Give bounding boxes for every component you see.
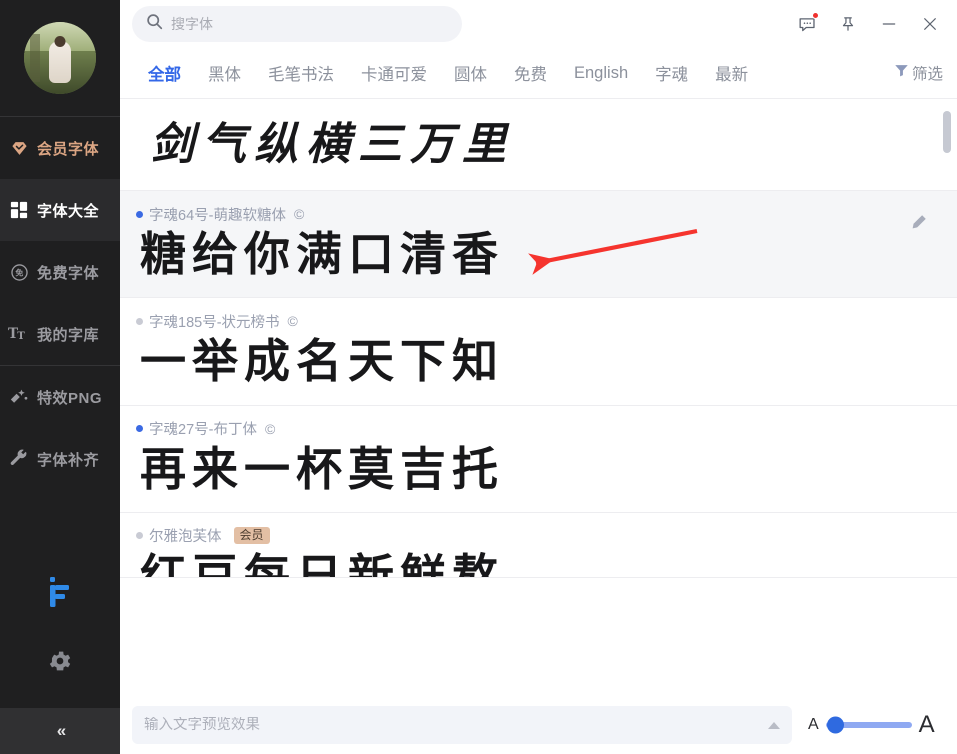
tab-round[interactable]: 圆体	[454, 61, 487, 85]
sidebar-nav-primary: 会员字体 字体大全 免 免费字体 T T 我的字库	[0, 117, 120, 365]
status-dot	[136, 317, 143, 325]
font-size-slider[interactable]	[825, 716, 912, 734]
wrench-icon	[8, 448, 30, 470]
list-item[interactable]: 字魂27号-布丁体 © 再来一杯莫吉托	[120, 406, 957, 513]
status-dot	[136, 425, 143, 433]
window-controls	[794, 11, 943, 37]
scrollbar-track[interactable]	[943, 103, 954, 695]
copyright-icon: ©	[293, 206, 305, 222]
notification-badge	[812, 12, 819, 19]
font-name: 尔雅泡芙体	[149, 529, 222, 546]
sidebar-item-free-fonts[interactable]: 免 免费字体	[0, 241, 120, 303]
font-preview-text: 剑气纵横三万里	[150, 118, 514, 170]
list-item[interactable]: 字魂185号-状元榜书 © 一举成名天下知	[120, 298, 957, 406]
app-logo	[41, 572, 79, 612]
scrollbar-thumb[interactable]	[943, 111, 951, 153]
status-badge: 会员	[233, 527, 270, 545]
sidebar-nav-secondary: 特效PNG 字体补齐	[0, 366, 120, 490]
font-size-control: A A	[808, 711, 935, 739]
list-item[interactable]: 尔雅泡芙体 会员 红豆每日新鲜熬	[120, 513, 957, 578]
topbar	[120, 0, 957, 48]
grid-icon	[8, 199, 30, 221]
sidebar-item-font-completion[interactable]: 字体补齐	[0, 428, 120, 490]
search-input[interactable]	[171, 16, 448, 32]
svg-text:T: T	[17, 330, 25, 342]
avatar[interactable]	[24, 22, 96, 94]
sidebar-item-label: 免费字体	[37, 264, 100, 282]
font-preview-text: 红豆每日新鲜熬	[140, 548, 504, 577]
size-small-label: A	[808, 716, 819, 733]
tab-free[interactable]: 免费	[514, 61, 547, 85]
preview-text-box[interactable]	[132, 706, 792, 744]
sidebar-item-my-library[interactable]: T T 我的字库	[0, 303, 120, 365]
category-tabs: 全部 黑体 毛笔书法 卡通可爱 圆体 免费 English 字魂 最新 筛选	[120, 48, 957, 98]
pin-icon[interactable]	[835, 11, 861, 37]
sidebar-item-label: 我的字库	[37, 326, 100, 344]
slider-knob[interactable]	[826, 716, 844, 734]
font-preview-text: 一举成名天下知	[140, 334, 504, 389]
filter-label: 筛选	[911, 66, 943, 83]
tab-cartoon-cute[interactable]: 卡通可爱	[361, 61, 427, 85]
status-dot	[136, 210, 143, 218]
sidebar-item-label: 会员字体	[37, 140, 100, 158]
font-preview-text: 再来一杯莫吉托	[140, 441, 504, 496]
tab-english[interactable]: English	[574, 64, 628, 83]
font-row-header: 字魂27号-布丁体 ©	[136, 406, 957, 439]
tab-brush-calligraphy[interactable]: 毛笔书法	[268, 61, 334, 85]
avatar-pillar	[29, 33, 40, 82]
avatar-figure-head	[54, 36, 66, 48]
font-preview-text: 糖给你满口清香	[140, 227, 504, 281]
funnel-icon	[894, 63, 909, 83]
sidebar-item-effect-png[interactable]: 特效PNG	[0, 366, 120, 428]
search-icon	[146, 13, 163, 35]
tab-zihun[interactable]: 字魂	[655, 61, 688, 85]
caret-up-icon[interactable]	[768, 721, 780, 729]
preview-text-input[interactable]	[144, 717, 768, 733]
sidebar-item-label: 特效PNG	[37, 389, 103, 407]
copyright-icon: ©	[264, 420, 276, 437]
font-row-header: 字魂185号-状元榜书 ©	[136, 298, 957, 331]
sidebar-item-all-fonts[interactable]: 字体大全	[0, 179, 120, 241]
sidebar-item-vip-fonts[interactable]: 会员字体	[0, 117, 120, 179]
status-dot	[136, 532, 143, 540]
tab-heiti[interactable]: 黑体	[208, 61, 241, 85]
gear-icon[interactable]	[45, 646, 75, 676]
bottom-toolbar: A A	[120, 696, 957, 754]
free-icon: 免	[8, 261, 30, 283]
filter-button[interactable]: 筛选	[894, 62, 943, 84]
font-list[interactable]: 剑气纵横三万里 字魂64号-萌趣软糖体 © 糖给你满口清香 字魂185号-状元榜…	[120, 98, 957, 696]
diamond-icon	[8, 137, 30, 159]
sidebar-item-label: 字体大全	[37, 202, 100, 220]
font-row-header: 尔雅泡芙体 会员	[136, 513, 957, 546]
sidebar-item-label: 字体补齐	[37, 451, 100, 469]
sidebar: 会员字体 字体大全 免 免费字体 T T 我的字库 特效PNG 字体补齐 «	[0, 0, 120, 754]
svg-text:免: 免	[15, 267, 23, 277]
pencil-icon[interactable]	[909, 213, 929, 233]
font-name: 字魂27号-布丁体	[149, 422, 257, 439]
app-window: 会员字体 字体大全 免 免费字体 T T 我的字库 特效PNG 字体补齐 « 搜…	[0, 0, 957, 754]
sidebar-collapse-button[interactable]: «	[0, 708, 120, 754]
avatar-image	[24, 22, 96, 94]
font-name: 字魂185号-状元榜书	[149, 314, 280, 331]
minimize-icon[interactable]	[876, 11, 902, 37]
tab-all[interactable]: 全部	[148, 61, 181, 85]
font-row-header: 字魂64号-萌趣软糖体 ©	[136, 191, 957, 224]
collapse-label: «	[56, 721, 67, 740]
tt-icon: T T	[8, 323, 30, 345]
close-icon[interactable]	[917, 11, 943, 37]
main-panel: 全部 黑体 毛笔书法 卡通可爱 圆体 免费 English 字魂 最新 筛选	[120, 0, 957, 754]
font-name: 字魂64号-萌趣软糖体	[149, 207, 286, 224]
size-large-label: A	[918, 711, 935, 738]
message-icon[interactable]	[794, 11, 820, 37]
sparkle-icon	[8, 386, 30, 408]
search-box[interactable]	[132, 6, 462, 42]
list-item[interactable]: 剑气纵横三万里	[120, 99, 957, 191]
copyright-icon: ©	[287, 313, 298, 330]
list-item[interactable]: 字魂64号-萌趣软糖体 © 糖给你满口清香	[120, 191, 957, 299]
tab-newest[interactable]: 最新	[715, 61, 748, 85]
